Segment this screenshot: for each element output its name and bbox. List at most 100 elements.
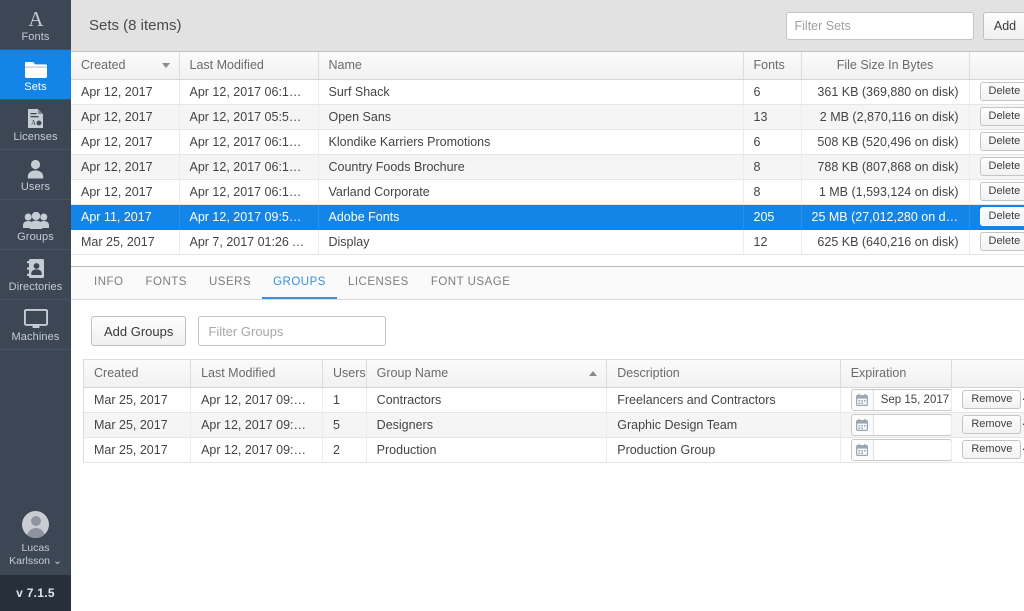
add-groups-button[interactable]: Add Groups <box>91 316 187 346</box>
delete-button[interactable]: Delete <box>979 182 1024 201</box>
groups-col-header[interactable]: Last Modified <box>190 360 324 388</box>
cell-actions: Delete <box>969 79 1024 105</box>
calendar-icon[interactable] <box>851 389 874 410</box>
cell-modified: Apr 12, 2017 09:58 PM <box>190 412 324 438</box>
sidebar-user-block[interactable]: Lucas Karlsson ⌄ <box>0 503 71 575</box>
tab-fonts[interactable]: FONTS <box>134 267 197 299</box>
sidebar-item-sets[interactable]: Sets <box>0 50 71 100</box>
sets-col-header-label: Fonts <box>753 58 785 73</box>
sort-asc-icon <box>589 371 598 376</box>
sets-col-header[interactable]: File Size In Bytes <box>801 52 970 80</box>
cell-actions: Remove <box>951 437 1024 463</box>
sets-col-header[interactable]: Fonts <box>743 52 802 80</box>
groups-col-header[interactable]: Description <box>606 360 841 388</box>
cell-modified: Apr 12, 2017 09:58 PM <box>190 387 324 413</box>
groups-table-header-row: Created Last Modified Users Group Name Descr… <box>84 360 1024 388</box>
cell-actions: Delete <box>969 129 1024 155</box>
cell-name: Varland Corporate <box>318 179 744 205</box>
tab-info[interactable]: INFO <box>83 267 134 299</box>
cell-description: Graphic Design Team <box>606 412 841 438</box>
sidebar-item-users[interactable]: Users <box>0 150 71 200</box>
groups-col-header[interactable]: Group Name <box>366 360 608 388</box>
expiration-date-field[interactable]: Sep 15, 2017 <box>850 388 951 411</box>
tab-groups[interactable]: GROUPS <box>262 267 337 299</box>
remove-button[interactable]: Remove <box>962 415 1022 434</box>
top-toolbar: Sets (8 items) Add <box>71 0 1024 52</box>
groups-col-header[interactable] <box>951 360 1024 388</box>
sidebar-item-directories[interactable]: Directories <box>0 250 71 300</box>
expiration-date-field[interactable] <box>850 438 951 461</box>
group-icon <box>22 207 49 229</box>
delete-button[interactable]: Delete <box>979 157 1024 176</box>
cell-actions: Delete <box>969 104 1024 130</box>
cell-created: Mar 25, 2017 <box>84 437 192 463</box>
delete-button[interactable]: Delete <box>979 82 1024 101</box>
cell-actions: Delete <box>969 179 1024 205</box>
delete-button[interactable]: Delete <box>979 132 1024 151</box>
table-row[interactable]: Mar 25, 2017 Apr 12, 2017 09:58 PM 1 Contra… <box>84 387 1024 413</box>
table-row[interactable]: Apr 12, 2017 Apr 12, 2017 06:12 PM Klondik… <box>71 129 1024 155</box>
remove-button[interactable]: Remove <box>962 390 1022 409</box>
tab-users[interactable]: USERS <box>198 267 262 299</box>
cell-filesize: 788 KB (807,868 on disk) <box>801 154 970 180</box>
filter-sets-input[interactable] <box>785 11 974 40</box>
cell-filesize: 625 KB (640,216 on disk) <box>801 229 970 255</box>
tab-licenses[interactable]: LICENSES <box>337 267 420 299</box>
cell-users: 5 <box>322 412 367 438</box>
tab-font-usage[interactable]: FONT USAGE <box>420 267 522 299</box>
groups-col-header-label: Expiration <box>850 366 907 381</box>
cell-modified: Apr 12, 2017 06:14 PM <box>179 154 319 180</box>
delete-button[interactable]: Delete <box>979 207 1024 226</box>
remove-button[interactable]: Remove <box>962 440 1022 459</box>
cell-modified: Apr 12, 2017 09:58 PM <box>179 204 319 230</box>
calendar-icon[interactable] <box>851 439 874 460</box>
sidebar-item-groups[interactable]: Groups <box>0 200 71 250</box>
tab-label: FONT USAGE <box>430 276 511 288</box>
cell-group-name: Designers <box>366 412 608 438</box>
sets-col-header[interactable]: Created <box>71 52 180 80</box>
groups-table-body: Mar 25, 2017 Apr 12, 2017 09:58 PM 1 Contra… <box>84 387 1024 463</box>
cell-modified: Apr 12, 2017 09:58 PM <box>190 437 324 463</box>
table-row[interactable]: Mar 25, 2017 Apr 12, 2017 09:58 PM 5 Design… <box>84 412 1024 438</box>
groups-toolbar: Add Groups <box>83 316 1024 346</box>
table-row[interactable]: Mar 25, 2017 Apr 12, 2017 09:58 PM 2 Produc… <box>84 437 1024 463</box>
tab-label: GROUPS <box>273 276 326 288</box>
table-row[interactable]: Apr 12, 2017 Apr 12, 2017 06:17 PM Surf Sh… <box>71 79 1024 105</box>
table-row[interactable]: Mar 25, 2017 Apr 7, 2017 01:26 AM Display 1… <box>71 229 1024 255</box>
sets-col-header[interactable]: Last Modified <box>179 52 319 80</box>
groups-col-header[interactable]: Created <box>84 360 192 388</box>
table-row[interactable]: Apr 12, 2017 Apr 12, 2017 06:19 PM Varland… <box>71 179 1024 205</box>
add-button[interactable]: Add <box>982 11 1024 40</box>
sidebar-item-label: Users <box>20 181 51 193</box>
cell-fonts: 6 <box>743 129 802 155</box>
detail-tabbar: INFO FONTS USERS GROUPS LICENSES FONT USAGE <box>71 267 1024 300</box>
table-row[interactable]: Apr 11, 2017 Apr 12, 2017 09:58 PM Adobe F… <box>71 204 1024 230</box>
cell-fonts: 12 <box>743 229 802 255</box>
monitor-icon <box>23 307 48 329</box>
calendar-icon[interactable] <box>851 414 874 435</box>
expiration-date-field[interactable] <box>850 413 951 436</box>
table-row[interactable]: Apr 12, 2017 Apr 12, 2017 05:58 PM Open Sa… <box>71 104 1024 130</box>
table-row[interactable]: Apr 12, 2017 Apr 12, 2017 06:14 PM Country… <box>71 154 1024 180</box>
groups-col-header[interactable]: Expiration <box>840 360 953 388</box>
cell-created: Apr 12, 2017 <box>71 79 180 105</box>
groups-col-header[interactable]: Users <box>322 360 367 388</box>
sidebar-item-licenses[interactable]: A Licenses <box>0 100 71 150</box>
font-A-icon: A <box>26 7 46 29</box>
app-window: A Fonts Sets A Licenses Users Groups Directorie… <box>0 0 1024 611</box>
tab-label: INFO <box>94 276 124 288</box>
sets-col-header[interactable] <box>969 52 1024 80</box>
delete-button[interactable]: Delete <box>979 232 1024 251</box>
tab-label: USERS <box>208 276 252 288</box>
chevron-down-icon[interactable]: ⌄ <box>53 555 62 567</box>
sidebar-item-machines[interactable]: Machines <box>0 300 71 350</box>
cell-name: Open Sans <box>318 104 744 130</box>
groups-table: Created Last Modified Users Group Name Descr… <box>84 360 1024 463</box>
delete-button[interactable]: Delete <box>979 107 1024 126</box>
sidebar-item-label: Sets <box>24 81 47 93</box>
sets-col-header[interactable]: Name <box>318 52 744 80</box>
filter-groups-input[interactable] <box>198 316 387 346</box>
cell-modified: Apr 12, 2017 06:19 PM <box>179 179 319 205</box>
sidebar-item-fonts[interactable]: A Fonts <box>0 0 71 50</box>
